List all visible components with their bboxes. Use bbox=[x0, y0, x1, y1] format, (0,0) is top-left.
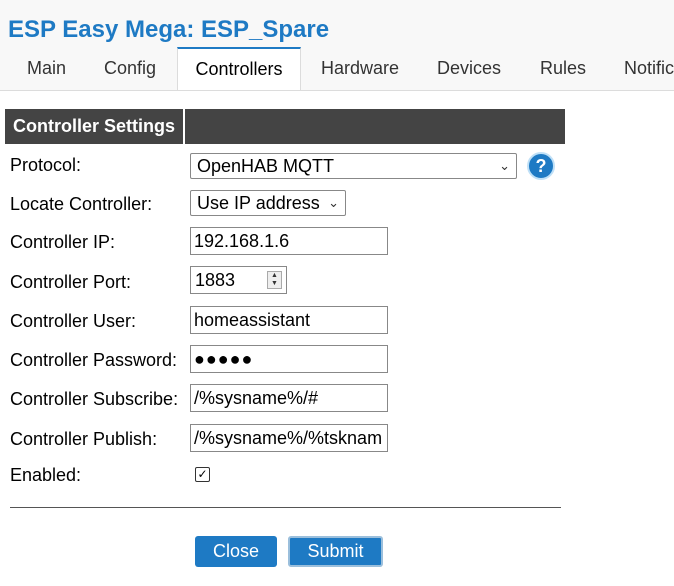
chevron-down-icon: ⌄ bbox=[499, 158, 510, 173]
password-label: Controller Password: bbox=[10, 350, 178, 370]
ip-label: Controller IP: bbox=[10, 232, 116, 252]
top-header: ESP Easy Mega: ESP_Spare Main Config Con… bbox=[0, 0, 674, 91]
locate-select[interactable]: Use IP address ⌄ bbox=[190, 190, 346, 216]
tab-notifications[interactable]: Notific bbox=[624, 47, 674, 90]
enabled-label: Enabled: bbox=[10, 465, 82, 485]
tab-config[interactable]: Config bbox=[104, 47, 156, 90]
stepper-icon[interactable]: ▲ ▼ bbox=[267, 271, 282, 289]
user-label: Controller User: bbox=[10, 311, 137, 331]
controller-settings-form: Controller Settings Protocol: OpenHAB MQ… bbox=[5, 109, 565, 485]
tab-devices[interactable]: Devices bbox=[437, 47, 501, 90]
publish-input[interactable]: /%sysname%/%tsknam bbox=[190, 424, 388, 452]
protocol-label: Protocol: bbox=[10, 155, 82, 175]
settings-header-title: Controller Settings bbox=[5, 109, 185, 144]
protocol-value: OpenHAB MQTT bbox=[197, 156, 335, 176]
form-divider bbox=[10, 507, 561, 508]
subscribe-input[interactable]: /%sysname%/# bbox=[190, 384, 388, 412]
submit-button[interactable]: Submit bbox=[288, 536, 383, 567]
chevron-down-icon: ⌄ bbox=[328, 195, 339, 210]
settings-header: Controller Settings bbox=[5, 109, 565, 144]
password-input[interactable]: ●●●●● bbox=[190, 345, 388, 373]
tab-rules[interactable]: Rules bbox=[540, 47, 586, 90]
tab-controllers[interactable]: Controllers bbox=[177, 47, 301, 90]
user-input[interactable]: homeassistant bbox=[190, 306, 388, 334]
port-input[interactable]: 1883 ▲ ▼ bbox=[190, 266, 287, 294]
tab-hardware[interactable]: Hardware bbox=[321, 47, 399, 90]
tab-bar: Main Config Controllers Hardware Devices… bbox=[0, 47, 674, 90]
enabled-checkbox[interactable]: ✓ bbox=[195, 467, 210, 482]
locate-value: Use IP address bbox=[197, 193, 320, 213]
page-title: ESP Easy Mega: ESP_Spare bbox=[8, 16, 330, 43]
tab-main[interactable]: Main bbox=[27, 47, 66, 90]
settings-header-blank bbox=[185, 109, 565, 144]
publish-label: Controller Publish: bbox=[10, 429, 158, 449]
port-label: Controller Port: bbox=[10, 272, 132, 292]
close-button[interactable]: Close bbox=[195, 536, 277, 567]
locate-label: Locate Controller: bbox=[10, 194, 153, 214]
help-icon[interactable]: ? bbox=[527, 152, 555, 180]
subscribe-label: Controller Subscribe: bbox=[10, 389, 179, 409]
port-value: 1883 bbox=[195, 270, 236, 290]
protocol-select[interactable]: OpenHAB MQTT ⌄ bbox=[190, 153, 517, 179]
ip-input[interactable]: 192.168.1.6 bbox=[190, 227, 388, 255]
